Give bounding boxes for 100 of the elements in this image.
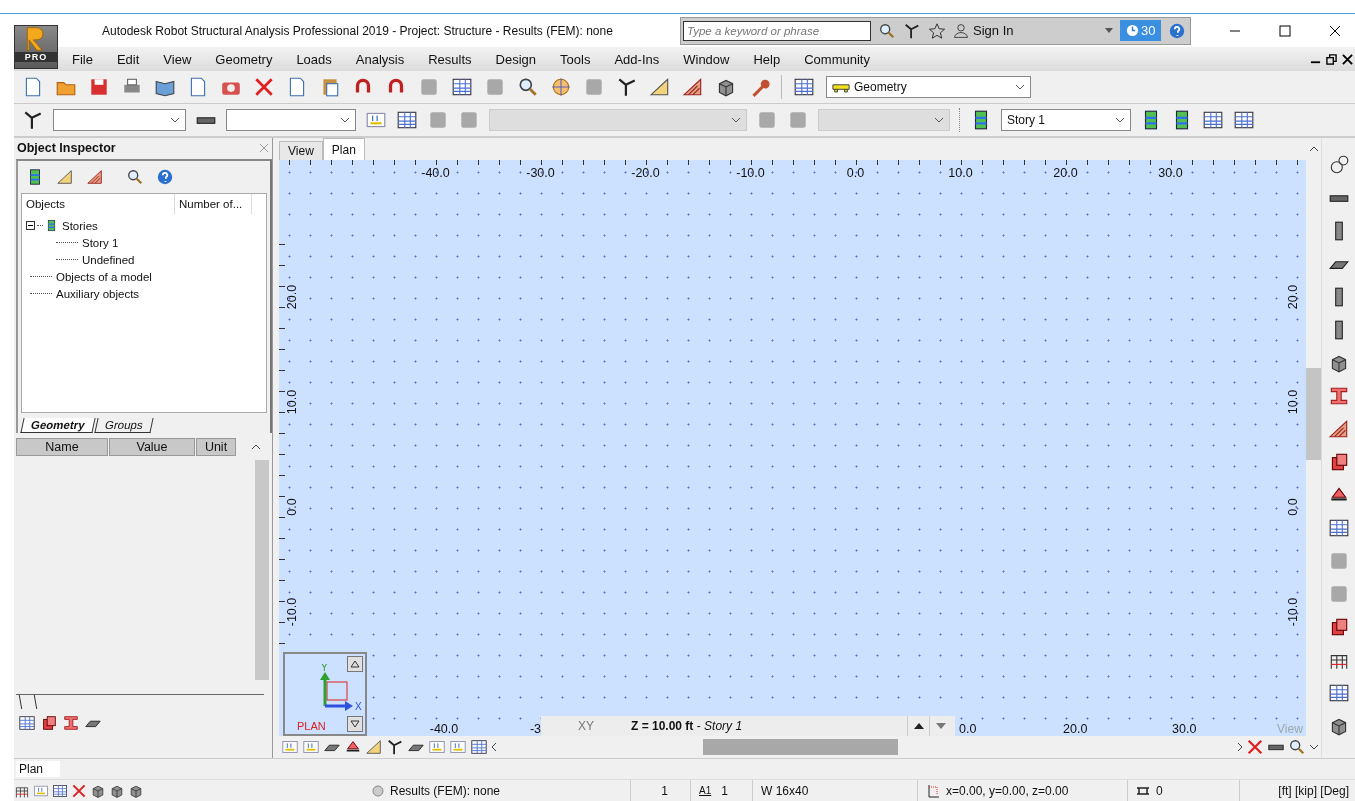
ruler-label: 20.0 [1062, 722, 1089, 736]
caret-icon [340, 117, 350, 123]
menu-item[interactable]: Community [792, 51, 882, 67]
person-icon [953, 22, 969, 39]
coordinates-icon [926, 783, 940, 798]
table-icon[interactable] [1327, 682, 1350, 704]
story-dropdown[interactable]: Story 1 [1001, 109, 1131, 131]
menu-item[interactable]: Add-Ins [602, 51, 672, 67]
app-logo[interactable]: PRO [14, 25, 58, 69]
menu-item[interactable]: Help [741, 51, 793, 67]
panel-title: Object Inspector [17, 141, 116, 155]
expand-toggle[interactable] [26, 221, 35, 230]
grid-icon[interactable] [52, 782, 68, 799]
zoom-icon[interactable] [517, 76, 539, 98]
menu-item[interactable]: Geometry [203, 51, 285, 67]
ruler-label: 0.0 [1286, 497, 1300, 516]
triangle-down-icon [350, 720, 360, 728]
menu-item[interactable]: View [151, 51, 204, 67]
caret-icon[interactable] [1105, 28, 1113, 33]
window-title: Autodesk Robot Structural Analysis Professional 2019 - Project: Structure - Results (FEM): none [102, 23, 614, 38]
tree-item[interactable]: Undefined [80, 253, 137, 266]
scrollbar[interactable] [255, 460, 269, 680]
caret-icon [170, 117, 180, 123]
view-cube[interactable]: Y X PLAN [283, 652, 367, 736]
level-label: Z = 10.00 ft - Story 1 [631, 719, 744, 733]
tree-item[interactable]: Auxiliary objects [54, 287, 142, 300]
tab[interactable]: Groups [94, 418, 153, 433]
scroll-right-icon[interactable] [1237, 742, 1243, 752]
hatched-triangle-icon[interactable] [682, 76, 704, 98]
story-icon[interactable] [45, 219, 58, 232]
status-dot-icon [372, 784, 384, 797]
node-dropdown[interactable] [53, 109, 186, 131]
view-label: View [1277, 722, 1303, 736]
tree-item[interactable]: Stories [60, 219, 100, 232]
column-header[interactable]: Number of... [175, 194, 252, 214]
menu-item[interactable]: Results [416, 51, 484, 67]
scroll-up-icon[interactable] [251, 444, 261, 450]
cross-icon[interactable] [71, 782, 87, 799]
column-header[interactable]: Name [16, 438, 108, 456]
view-name-field[interactable]: Plan [16, 761, 60, 777]
clock-icon [1126, 24, 1139, 37]
menu-item[interactable]: File [60, 51, 105, 67]
ruler-label: 20.0 [1052, 165, 1079, 182]
selection-count: 0 [1156, 783, 1163, 798]
table-icon[interactable] [470, 738, 488, 756]
tree-item[interactable]: Story 1 [80, 236, 121, 249]
menu-item[interactable]: Tools [548, 51, 603, 67]
ruler-label: 20.0 [1286, 284, 1300, 309]
star-icon[interactable] [928, 21, 946, 40]
close-icon[interactable] [1329, 24, 1341, 37]
tree-item[interactable]: Objects of a model [54, 270, 154, 283]
triangle-up-icon [350, 660, 360, 668]
scrollbar-thumb[interactable] [1306, 368, 1321, 460]
bar-dropdown[interactable] [226, 109, 356, 131]
menu-item[interactable]: Analysis [343, 51, 417, 67]
search-icon[interactable] [126, 168, 144, 186]
column-header[interactable]: Unit [196, 438, 236, 456]
triangle-up-icon [913, 723, 924, 729]
drawing-canvas[interactable]: -40.0 -30.0 -20.0 -10.0 0.0 10.0 20.0 30.0 20.0 10.0 0.0 -10.0 20.0 10.0 0.0 -10.0 Y X PLAN -40.0 -3 XY Z = 10.00 ft - Story 1 0.0 20.0 30.0 View [279, 160, 1306, 736]
tab[interactable]: View [279, 141, 323, 160]
rotate-up-button[interactable] [347, 656, 363, 672]
restore-icon[interactable] [1326, 53, 1337, 65]
menu-item[interactable]: Loads [284, 51, 344, 67]
scrollbar-thumb[interactable] [703, 739, 898, 755]
ruler-label: -10.0 [1286, 597, 1300, 626]
scroll-up-icon[interactable] [1308, 146, 1319, 152]
menu-item[interactable]: Edit [104, 51, 152, 67]
menu-item[interactable]: Design [483, 51, 549, 67]
caret-icon [934, 117, 944, 123]
menu-item[interactable]: Window [671, 51, 742, 67]
tab[interactable]: Plan [322, 138, 365, 160]
table-icon[interactable] [451, 76, 473, 98]
close-icon[interactable] [1342, 53, 1353, 65]
ruler-label: 0.0 [958, 722, 978, 736]
help-icon[interactable] [156, 168, 174, 186]
delete-icon[interactable] [253, 76, 275, 98]
caret-icon [1115, 117, 1125, 123]
ruler-label: -10.0 [735, 165, 766, 182]
plane-label[interactable]: XY [541, 719, 631, 733]
ruler-label: 30.0 [1157, 165, 1184, 182]
results-status: Results (FEM): none [390, 783, 501, 798]
layout-dropdown[interactable]: Geometry [826, 76, 1031, 98]
crosshair-icon[interactable] [550, 76, 572, 98]
ruler-label: -10.0 [285, 597, 299, 626]
rotate-down-button[interactable] [347, 716, 363, 732]
axis-label: Y [321, 664, 328, 673]
units[interactable]: [ft] [kip] [Deg] [1239, 780, 1355, 801]
cross-icon[interactable] [1246, 738, 1264, 756]
tab[interactable]: Geometry [20, 418, 96, 433]
help-icon[interactable] [1168, 21, 1187, 40]
scroll-down-icon[interactable] [1308, 744, 1319, 750]
sign-in-button[interactable]: Sign In [953, 22, 1098, 39]
search-field[interactable]: Type a keyword or phrase [683, 20, 871, 41]
layout-icon[interactable] [793, 76, 815, 98]
column-header[interactable]: Value [109, 438, 195, 456]
maximize-icon[interactable] [1279, 24, 1291, 37]
column-header[interactable]: Objects [22, 194, 175, 214]
scroll-left-icon[interactable] [491, 742, 497, 752]
ruler-label: -20.0 [630, 165, 661, 182]
section-number: 1 [721, 783, 728, 798]
